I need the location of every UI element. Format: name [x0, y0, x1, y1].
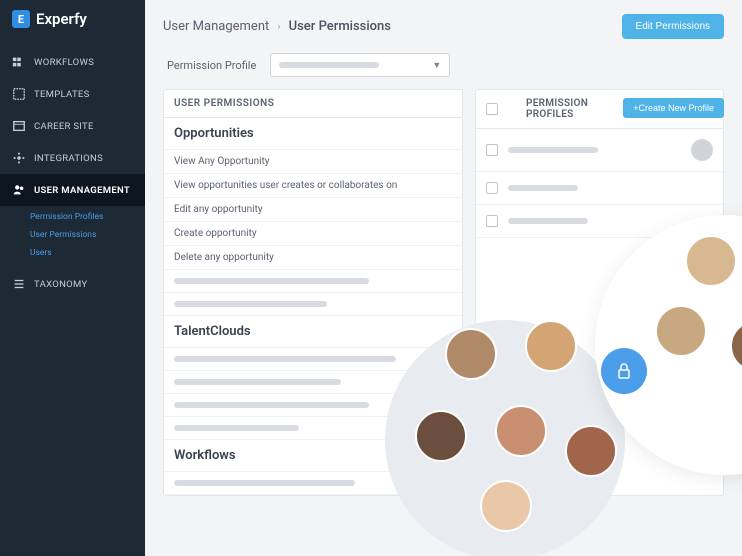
- nav-templates[interactable]: TEMPLATES: [0, 78, 145, 110]
- breadcrumb-parent[interactable]: User Management: [163, 19, 269, 34]
- nav-taxonomy[interactable]: TAXONOMY: [0, 268, 145, 300]
- subnav: Permission Profiles User Permissions Use…: [0, 206, 145, 268]
- nav-label: WORKFLOWS: [34, 57, 94, 68]
- edit-permissions-button[interactable]: Edit Permissions: [622, 14, 724, 39]
- templates-icon: [12, 87, 26, 101]
- subnav-user-permissions[interactable]: User Permissions: [30, 226, 145, 244]
- profile-name-placeholder: [508, 185, 578, 191]
- nav-label: CAREER SITE: [34, 121, 94, 132]
- opportunities-section-title: Opportunities: [164, 118, 462, 150]
- page-header: User Management › User Permissions Edit …: [163, 14, 724, 39]
- user-management-icon: [12, 183, 26, 197]
- permission-profile-select[interactable]: ▼: [270, 53, 450, 77]
- nav-integrations[interactable]: INTEGRATIONS: [0, 142, 145, 174]
- subnav-permission-profiles[interactable]: Permission Profiles: [30, 208, 145, 226]
- nav-career-site[interactable]: CAREER SITE: [0, 110, 145, 142]
- subnav-users[interactable]: Users: [30, 244, 145, 262]
- user-permissions-panel: USER PERMISSIONS Opportunities View Any …: [163, 89, 463, 496]
- breadcrumb-current: User Permissions: [289, 19, 391, 34]
- perm-create-opportunity[interactable]: Create opportunity: [164, 222, 462, 246]
- logo-icon: E: [12, 10, 30, 28]
- skeleton-row: [164, 293, 462, 316]
- row-checkbox[interactable]: [486, 144, 498, 156]
- brand-name: Experfy: [36, 10, 87, 28]
- profile-row[interactable]: [476, 205, 723, 238]
- skeleton-row: [164, 270, 462, 293]
- profile-name-placeholder: [508, 147, 598, 153]
- chevron-right-icon: ›: [277, 20, 280, 33]
- profile-row[interactable]: [476, 172, 723, 205]
- select-all-checkbox[interactable]: [486, 103, 498, 115]
- caret-down-icon: ▼: [432, 60, 441, 71]
- user-avatar: [691, 139, 713, 161]
- logo: E Experfy: [0, 0, 145, 38]
- nav-label: TAXONOMY: [34, 279, 87, 290]
- profile-name-placeholder: [508, 218, 588, 224]
- permission-profile-label: Permission Profile: [167, 59, 256, 72]
- talentclouds-section-title: TalentClouds: [164, 316, 462, 348]
- perm-view-own-opportunities[interactable]: View opportunities user creates or colla…: [164, 174, 462, 198]
- skeleton-row: [164, 417, 462, 440]
- avatar: [730, 320, 742, 372]
- profile-selector-row: Permission Profile ▼: [163, 53, 724, 77]
- taxonomy-icon: [12, 277, 26, 291]
- profile-row[interactable]: [476, 129, 723, 172]
- nav-label: INTEGRATIONS: [34, 153, 103, 164]
- nav-user-management[interactable]: USER MANAGEMENT: [0, 174, 145, 206]
- nav-workflows[interactable]: WORKFLOWS: [0, 46, 145, 78]
- create-new-profile-button[interactable]: +Create New Profile: [623, 98, 724, 118]
- breadcrumb: User Management › User Permissions: [163, 19, 391, 34]
- main-content: User Management › User Permissions Edit …: [145, 0, 742, 556]
- integrations-icon: [12, 151, 26, 165]
- skeleton-row: [164, 472, 462, 495]
- permission-profiles-column: PERMISSION PROFILES: [508, 98, 623, 120]
- perm-view-any-opportunity[interactable]: View Any Opportunity: [164, 150, 462, 174]
- skeleton-row: [164, 371, 462, 394]
- skeleton-row: [164, 348, 462, 371]
- sidebar: E Experfy WORKFLOWS TEMPLATES CAREER SIT…: [0, 0, 145, 556]
- career-site-icon: [12, 119, 26, 133]
- nav-label: USER MANAGEMENT: [34, 185, 130, 196]
- nav-label: TEMPLATES: [34, 89, 90, 100]
- permission-profiles-panel: PERMISSION PROFILES USERS: [475, 89, 724, 496]
- row-checkbox[interactable]: [486, 215, 498, 227]
- panels: USER PERMISSIONS Opportunities View Any …: [163, 89, 724, 496]
- perm-edit-any-opportunity[interactable]: Edit any opportunity: [164, 198, 462, 222]
- skeleton-row: [164, 394, 462, 417]
- workflows-section-title: Workflows: [164, 440, 462, 472]
- row-checkbox[interactable]: [486, 182, 498, 194]
- select-value-placeholder: [279, 62, 379, 68]
- user-permissions-header: USER PERMISSIONS: [164, 90, 462, 118]
- main-nav: WORKFLOWS TEMPLATES CAREER SITE INTEGRAT…: [0, 46, 145, 300]
- perm-delete-any-opportunity[interactable]: Delete any opportunity: [164, 246, 462, 270]
- workflows-icon: [12, 55, 26, 69]
